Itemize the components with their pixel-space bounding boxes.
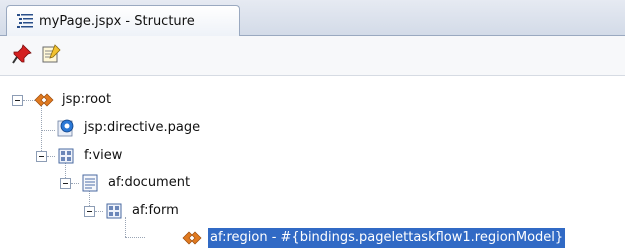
tree-connector <box>47 156 55 157</box>
collapse-toggle[interactable] <box>84 206 95 217</box>
tab-title: myPage.jspx - Structure <box>39 13 195 29</box>
node-label: af:document <box>108 175 191 190</box>
tree-connector <box>41 130 55 131</box>
structure-list-icon <box>15 11 35 31</box>
jsp-tag-icon <box>182 228 202 248</box>
tree-node-af-document[interactable]: af:document <box>80 171 192 195</box>
tree-connector <box>95 211 103 212</box>
node-label: jsp:root <box>62 92 112 107</box>
component-icon <box>104 201 124 221</box>
node-label: f:view <box>84 148 123 163</box>
tab-structure[interactable]: myPage.jspx - Structure <box>6 5 240 36</box>
tree-connector <box>125 237 145 238</box>
tab-strip: myPage.jspx - Structure <box>0 0 625 36</box>
node-label: jsp:directive.page <box>84 120 201 135</box>
pin-icon <box>11 43 33 69</box>
tree-node-jsp-root[interactable]: jsp:root <box>34 88 113 112</box>
tree-node-f-view[interactable]: f:view <box>56 144 124 168</box>
component-icon <box>56 146 76 166</box>
edit-note-icon <box>41 43 63 69</box>
tree-node-af-form[interactable]: af:form <box>104 199 181 223</box>
collapse-toggle[interactable] <box>60 178 71 189</box>
toolbar <box>0 36 625 76</box>
pin-button[interactable] <box>10 44 34 68</box>
tree-node-jsp-directive-page[interactable]: jsp:directive.page <box>56 116 202 140</box>
node-label: af:form <box>132 203 179 218</box>
jsp-tag-icon <box>34 90 54 110</box>
structure-panel: myPage.jspx - Structure jsp:root jsp:dir… <box>0 0 625 250</box>
edit-button[interactable] <box>40 44 64 68</box>
tree-connector <box>71 183 79 184</box>
document-icon <box>80 173 100 193</box>
structure-tree: jsp:root jsp:directive.page f:view af:do… <box>0 76 625 250</box>
node-label: af:region - #{bindings.pagelettaskflow1.… <box>208 228 566 248</box>
tree-connector <box>41 106 42 157</box>
directive-icon <box>56 118 76 138</box>
collapse-toggle[interactable] <box>12 95 23 106</box>
collapse-toggle[interactable] <box>36 151 47 162</box>
tree-node-af-region[interactable]: af:region - #{bindings.pagelettaskflow1.… <box>182 226 566 250</box>
